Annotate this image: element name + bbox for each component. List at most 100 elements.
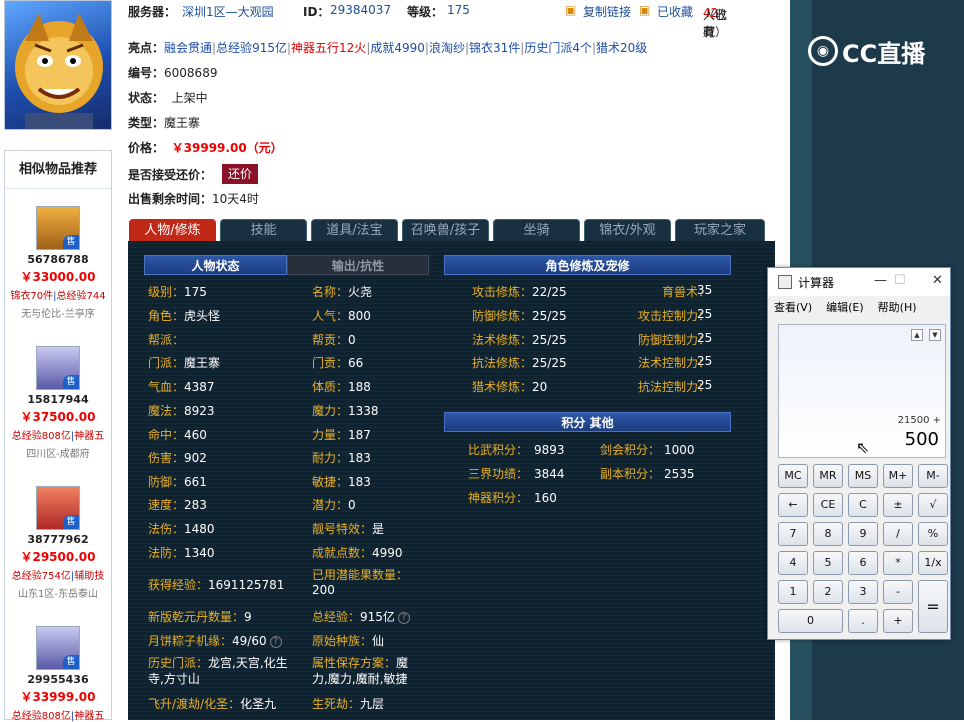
rec-tag: 辅助技 [74, 571, 105, 582]
stat-label: 气血： [148, 380, 185, 394]
stat-value: 183 [348, 475, 371, 489]
stat-value: 寺,方寸山 [148, 672, 200, 686]
key-mc[interactable]: MC [778, 464, 808, 488]
stat-value: 1000 [664, 443, 695, 457]
tab-character[interactable]: 人物/修炼 [129, 219, 216, 241]
stat-row: 命中：460 [148, 426, 207, 443]
key-c[interactable]: C [848, 493, 878, 517]
rec-item[interactable]: 售 15817944 ￥37500.00 总经验808亿|神器五 四川区-成都府 [4, 346, 112, 460]
rec-item[interactable]: 售 38777962 ￥29500.00 总经验754亿|辅助技 山东1区-东岳… [4, 486, 112, 600]
stat-row: 速度：283 [148, 496, 207, 513]
stat-label: 生死劫： [312, 697, 361, 711]
copy-link-button[interactable]: 复制链接 [583, 3, 631, 20]
key-multiply[interactable]: * [883, 551, 913, 575]
rec-tag: 锦衣70件 [10, 291, 54, 302]
key-divide[interactable]: / [883, 522, 913, 546]
stat-label: 新版乾元丹数量： [148, 610, 245, 624]
calculator-title: 计算器 [798, 275, 835, 290]
key-8[interactable]: 8 [813, 522, 843, 546]
key-1[interactable]: 1 [778, 580, 808, 604]
history-down-icon[interactable]: ▼ [929, 329, 941, 341]
stat-row: 耐力：183 [312, 449, 371, 466]
stat-row: 法防：1340 [148, 544, 215, 561]
rec-thumb[interactable]: 售 [36, 346, 80, 390]
stat-label: 人气： [312, 309, 349, 323]
stat-value: 200 [312, 583, 335, 597]
key-decimal[interactable]: . [848, 609, 878, 633]
help-icon[interactable]: ? [397, 611, 410, 624]
menu-help[interactable]: 帮助(H) [878, 299, 917, 315]
tab-skills[interactable]: 技能 [220, 219, 307, 241]
sell-badge: 售 [63, 655, 79, 669]
key-equals[interactable]: = [918, 580, 948, 633]
key-mplus[interactable]: M+ [883, 464, 913, 488]
stat-value: 火尧 [348, 285, 373, 299]
stat-value: 龙宫,天宫,化生 [208, 656, 288, 670]
key-mminus[interactable]: M- [918, 464, 948, 488]
key-sqrt[interactable]: √ [918, 493, 948, 517]
rec-thumb[interactable]: 售 [36, 486, 80, 530]
server-value: 深圳1区—大观园 [182, 5, 274, 19]
copy-link-icon[interactable]: ▣ [565, 3, 576, 17]
key-3[interactable]: 3 [848, 580, 878, 604]
section-output-resist[interactable]: 输出/抗性 [287, 255, 429, 275]
history-up-icon[interactable]: ▲ [911, 329, 923, 341]
highlight-tag: 总经验915亿 [216, 41, 287, 55]
tab-home[interactable]: 玩家之家 [675, 219, 765, 241]
key-plus[interactable]: + [883, 609, 913, 633]
menu-edit[interactable]: 编辑(E) [826, 299, 864, 315]
minimize-icon[interactable]: — [874, 273, 887, 288]
menu-view[interactable]: 查看(V) [774, 299, 812, 315]
calculator-titlebar[interactable]: 计算器 — ☐ ✕ [768, 268, 950, 296]
maximize-icon[interactable]: ☐ [894, 273, 906, 288]
cult-value-2: 25 [697, 331, 712, 345]
cult-label-2: 抗法控制力： [637, 380, 710, 394]
cult-label-2: 攻击控制力： [637, 309, 710, 323]
help-icon[interactable]: ? [269, 635, 282, 648]
rec-item[interactable]: 售 29955436 ￥33999.00 总经验808亿|神器五 [4, 626, 112, 722]
key-4[interactable]: 4 [778, 551, 808, 575]
rec-price: ￥33999.00 [20, 690, 96, 704]
stat-value: 283 [184, 498, 207, 512]
key-0[interactable]: 0 [778, 609, 843, 633]
key-ms[interactable]: MS [848, 464, 878, 488]
cult-row: 法术修炼：25/25 [472, 331, 567, 348]
stat-label: 总经验： [312, 610, 361, 624]
section-character-status[interactable]: 人物状态 [144, 255, 287, 275]
rec-thumb[interactable]: 售 [36, 206, 80, 250]
tab-outfits[interactable]: 锦衣/外观 [584, 219, 671, 241]
stat-label: 属性保存方案： [312, 656, 397, 670]
tab-items[interactable]: 道具/法宝 [311, 219, 398, 241]
stat-label: 副本积分： [600, 467, 661, 481]
stat-label: 魔力： [312, 404, 349, 418]
cult-row: 抗法修炼：25/25 [472, 354, 567, 371]
key-9[interactable]: 9 [848, 522, 878, 546]
key-5[interactable]: 5 [813, 551, 843, 575]
stat-value: 915亿 [360, 610, 395, 624]
tab-mounts[interactable]: 坐骑 [493, 219, 580, 241]
key-reciprocal[interactable]: 1/x [918, 551, 948, 575]
key-plusminus[interactable]: ± [883, 493, 913, 517]
close-icon[interactable]: ✕ [932, 273, 943, 288]
counter-offer-button[interactable]: 还价 [222, 164, 258, 184]
price-row: 价格： ￥39999.00（元） [128, 139, 283, 156]
key-7[interactable]: 7 [778, 522, 808, 546]
key-backspace[interactable]: ← [778, 493, 808, 517]
rec-item[interactable]: 售 56786788 ￥33000.00 锦衣70件|总经验744 无与伦比-兰… [4, 206, 112, 320]
key-minus[interactable]: - [883, 580, 913, 604]
key-2[interactable]: 2 [813, 580, 843, 604]
stat-row: 人气：800 [312, 307, 371, 324]
key-6[interactable]: 6 [848, 551, 878, 575]
rec-tag: 总经验754亿 [11, 571, 71, 582]
highlights-label: 亮点： [128, 41, 165, 55]
key-ce[interactable]: CE [813, 493, 843, 517]
tab-pets[interactable]: 召唤兽/孩子 [402, 219, 489, 241]
key-percent[interactable]: % [918, 522, 948, 546]
stat-label: 力量： [312, 428, 349, 442]
stat-label: 魔法： [148, 404, 185, 418]
key-mr[interactable]: MR [813, 464, 843, 488]
favorite-icon[interactable]: ▣ [639, 3, 650, 17]
rec-thumb[interactable]: 售 [36, 626, 80, 670]
favorited-button[interactable]: 已收藏 [657, 3, 693, 20]
fav-count-suffix: 人收藏） [703, 8, 728, 39]
